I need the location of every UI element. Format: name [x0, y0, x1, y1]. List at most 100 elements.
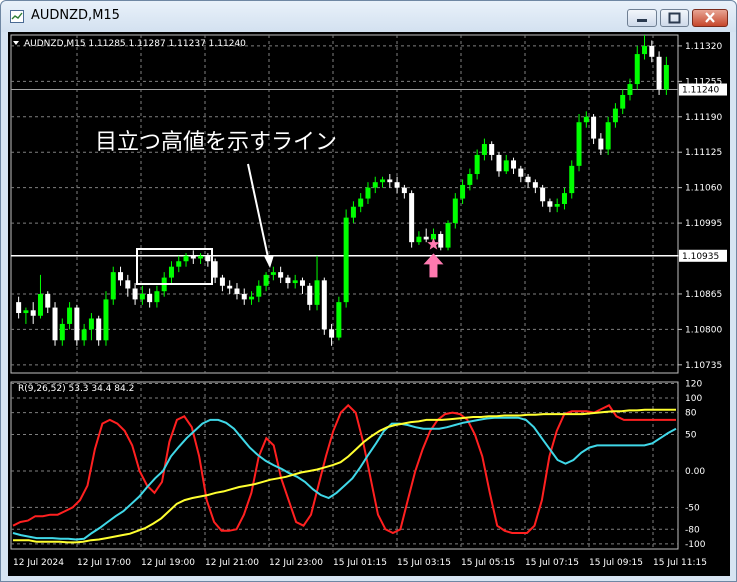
bull-candle [139, 293, 145, 300]
bull-candle [336, 302, 342, 338]
key-line-price-label: 1.10935 [682, 252, 719, 262]
bull-candle [627, 84, 633, 95]
time-tick-label: 15 Jul 03:15 [397, 558, 451, 568]
bear-candle [438, 233, 444, 248]
bear-candle [132, 288, 138, 300]
bear-candle [285, 277, 291, 284]
bear-candle [387, 179, 393, 183]
price-tick-label: 1.10735 [685, 361, 722, 371]
bull-candle [292, 280, 298, 284]
bull-candle [569, 165, 575, 194]
time-tick-label: 15 Jul 05:15 [461, 558, 515, 568]
time-tick-label: 12 Jul 19:00 [141, 558, 195, 568]
bear-candle [30, 310, 36, 316]
price-tick-label: 1.11320 [685, 42, 722, 52]
chart-area[interactable]: 1.11320 1.11255 1.11190 1.11125 1.11060 1.109… [8, 32, 730, 576]
bull-candle [452, 198, 458, 224]
bear-candle [540, 187, 546, 202]
time-tick-label: 12 Jul 2024 [13, 558, 64, 568]
price-tick-label: 1.11060 [685, 184, 722, 194]
oscillator-tick-label: 100 [685, 394, 702, 404]
bull-candle [634, 54, 640, 85]
bull-candle [467, 174, 473, 185]
bull-candle [605, 122, 611, 150]
time-tick-label: 15 Jul 09:15 [589, 558, 643, 568]
title-bar[interactable]: AUDNZD,M15 [1, 1, 736, 32]
bear-candle [489, 144, 495, 155]
bull-candle [110, 272, 116, 300]
chart-canvas[interactable]: 1.113201.112551.111901.111251.110601.109… [8, 32, 730, 576]
bear-candle [591, 116, 597, 139]
bear-candle [532, 182, 538, 188]
close-icon [705, 12, 715, 23]
bull-candle [176, 261, 182, 267]
bear-candle [307, 285, 313, 305]
bear-candle [656, 56, 662, 90]
bull-candle [554, 204, 560, 207]
bear-candle [299, 280, 305, 286]
annotation-arrow-head [264, 255, 274, 268]
bear-candle [518, 168, 524, 177]
bear-candle [547, 201, 553, 207]
maximize-icon [668, 12, 681, 24]
time-tick-label: 12 Jul 23:00 [269, 558, 323, 568]
minimize-button[interactable] [627, 9, 657, 27]
bull-candle [154, 291, 160, 303]
bull-candle [198, 255, 204, 259]
bull-candle [59, 323, 65, 341]
oscillator-line-2 [13, 408, 676, 544]
bull-candle [576, 122, 582, 166]
bull-candle [81, 329, 87, 341]
bull-candle [445, 223, 451, 248]
bull-candle [343, 217, 349, 303]
bear-candle [147, 293, 153, 303]
bear-candle [52, 307, 58, 341]
time-tick-label: 12 Jul 21:00 [205, 558, 259, 568]
bull-candle [249, 296, 255, 300]
oscillator-tick-label: 0.00 [685, 467, 705, 477]
price-axis: 1.113201.112551.111901.111251.110601.109… [678, 42, 727, 550]
price-tick-label: 1.11125 [685, 148, 722, 158]
bull-candle [103, 299, 109, 341]
bear-candle [394, 182, 400, 188]
bull-candle [372, 182, 378, 188]
oscillator-tick-label: 80 [685, 409, 697, 419]
bear-candle [118, 272, 124, 281]
time-tick-label: 15 Jul 07:15 [525, 558, 579, 568]
price-tick-label: 1.11190 [685, 113, 722, 123]
bull-candle [270, 272, 276, 275]
time-tick-label: 12 Jul 17:00 [77, 558, 131, 568]
bear-candle [45, 293, 51, 308]
bear-candle [409, 193, 415, 243]
annotation-text: 目立つ高値を示すライン [95, 130, 337, 155]
bull-candle [88, 318, 94, 330]
bull-candle [263, 274, 269, 286]
bull-candle [380, 179, 386, 183]
time-axis: 12 Jul 2024 12 Jul 17:00 12 Jul 19:00 12 Ju… [13, 558, 707, 568]
close-button[interactable] [692, 9, 728, 27]
buy-arrow-icon [423, 253, 444, 278]
oscillator-panel-frame [10, 381, 679, 550]
bull-candle [365, 187, 371, 199]
chart-menu-arrow-icon[interactable] [13, 41, 19, 45]
bear-candle [649, 45, 655, 57]
star-marker-icon [427, 237, 440, 250]
chart-window-icon [10, 10, 24, 23]
bull-candle [481, 144, 487, 155]
bear-candle [125, 280, 131, 289]
chart-header: AUDNZD,M15 1.11285 1.11287 1.11237 1.112… [24, 39, 246, 49]
bull-candle [663, 64, 669, 90]
bear-candle [423, 236, 429, 240]
price-tick-label: 1.10800 [685, 325, 722, 335]
bull-candle [460, 184, 466, 199]
maximize-button[interactable] [660, 9, 689, 27]
bull-candle [314, 280, 320, 305]
bear-candle [219, 277, 225, 286]
bull-candle [23, 310, 29, 314]
bull-candle [168, 266, 174, 278]
oscillator-tick-label: 50 [685, 431, 697, 441]
bull-candle [503, 160, 509, 172]
current-price-label: 1.11240 [682, 86, 719, 96]
oscillator-line-1 [12, 416, 677, 541]
window-title: AUDNZD,M15 [31, 8, 120, 23]
